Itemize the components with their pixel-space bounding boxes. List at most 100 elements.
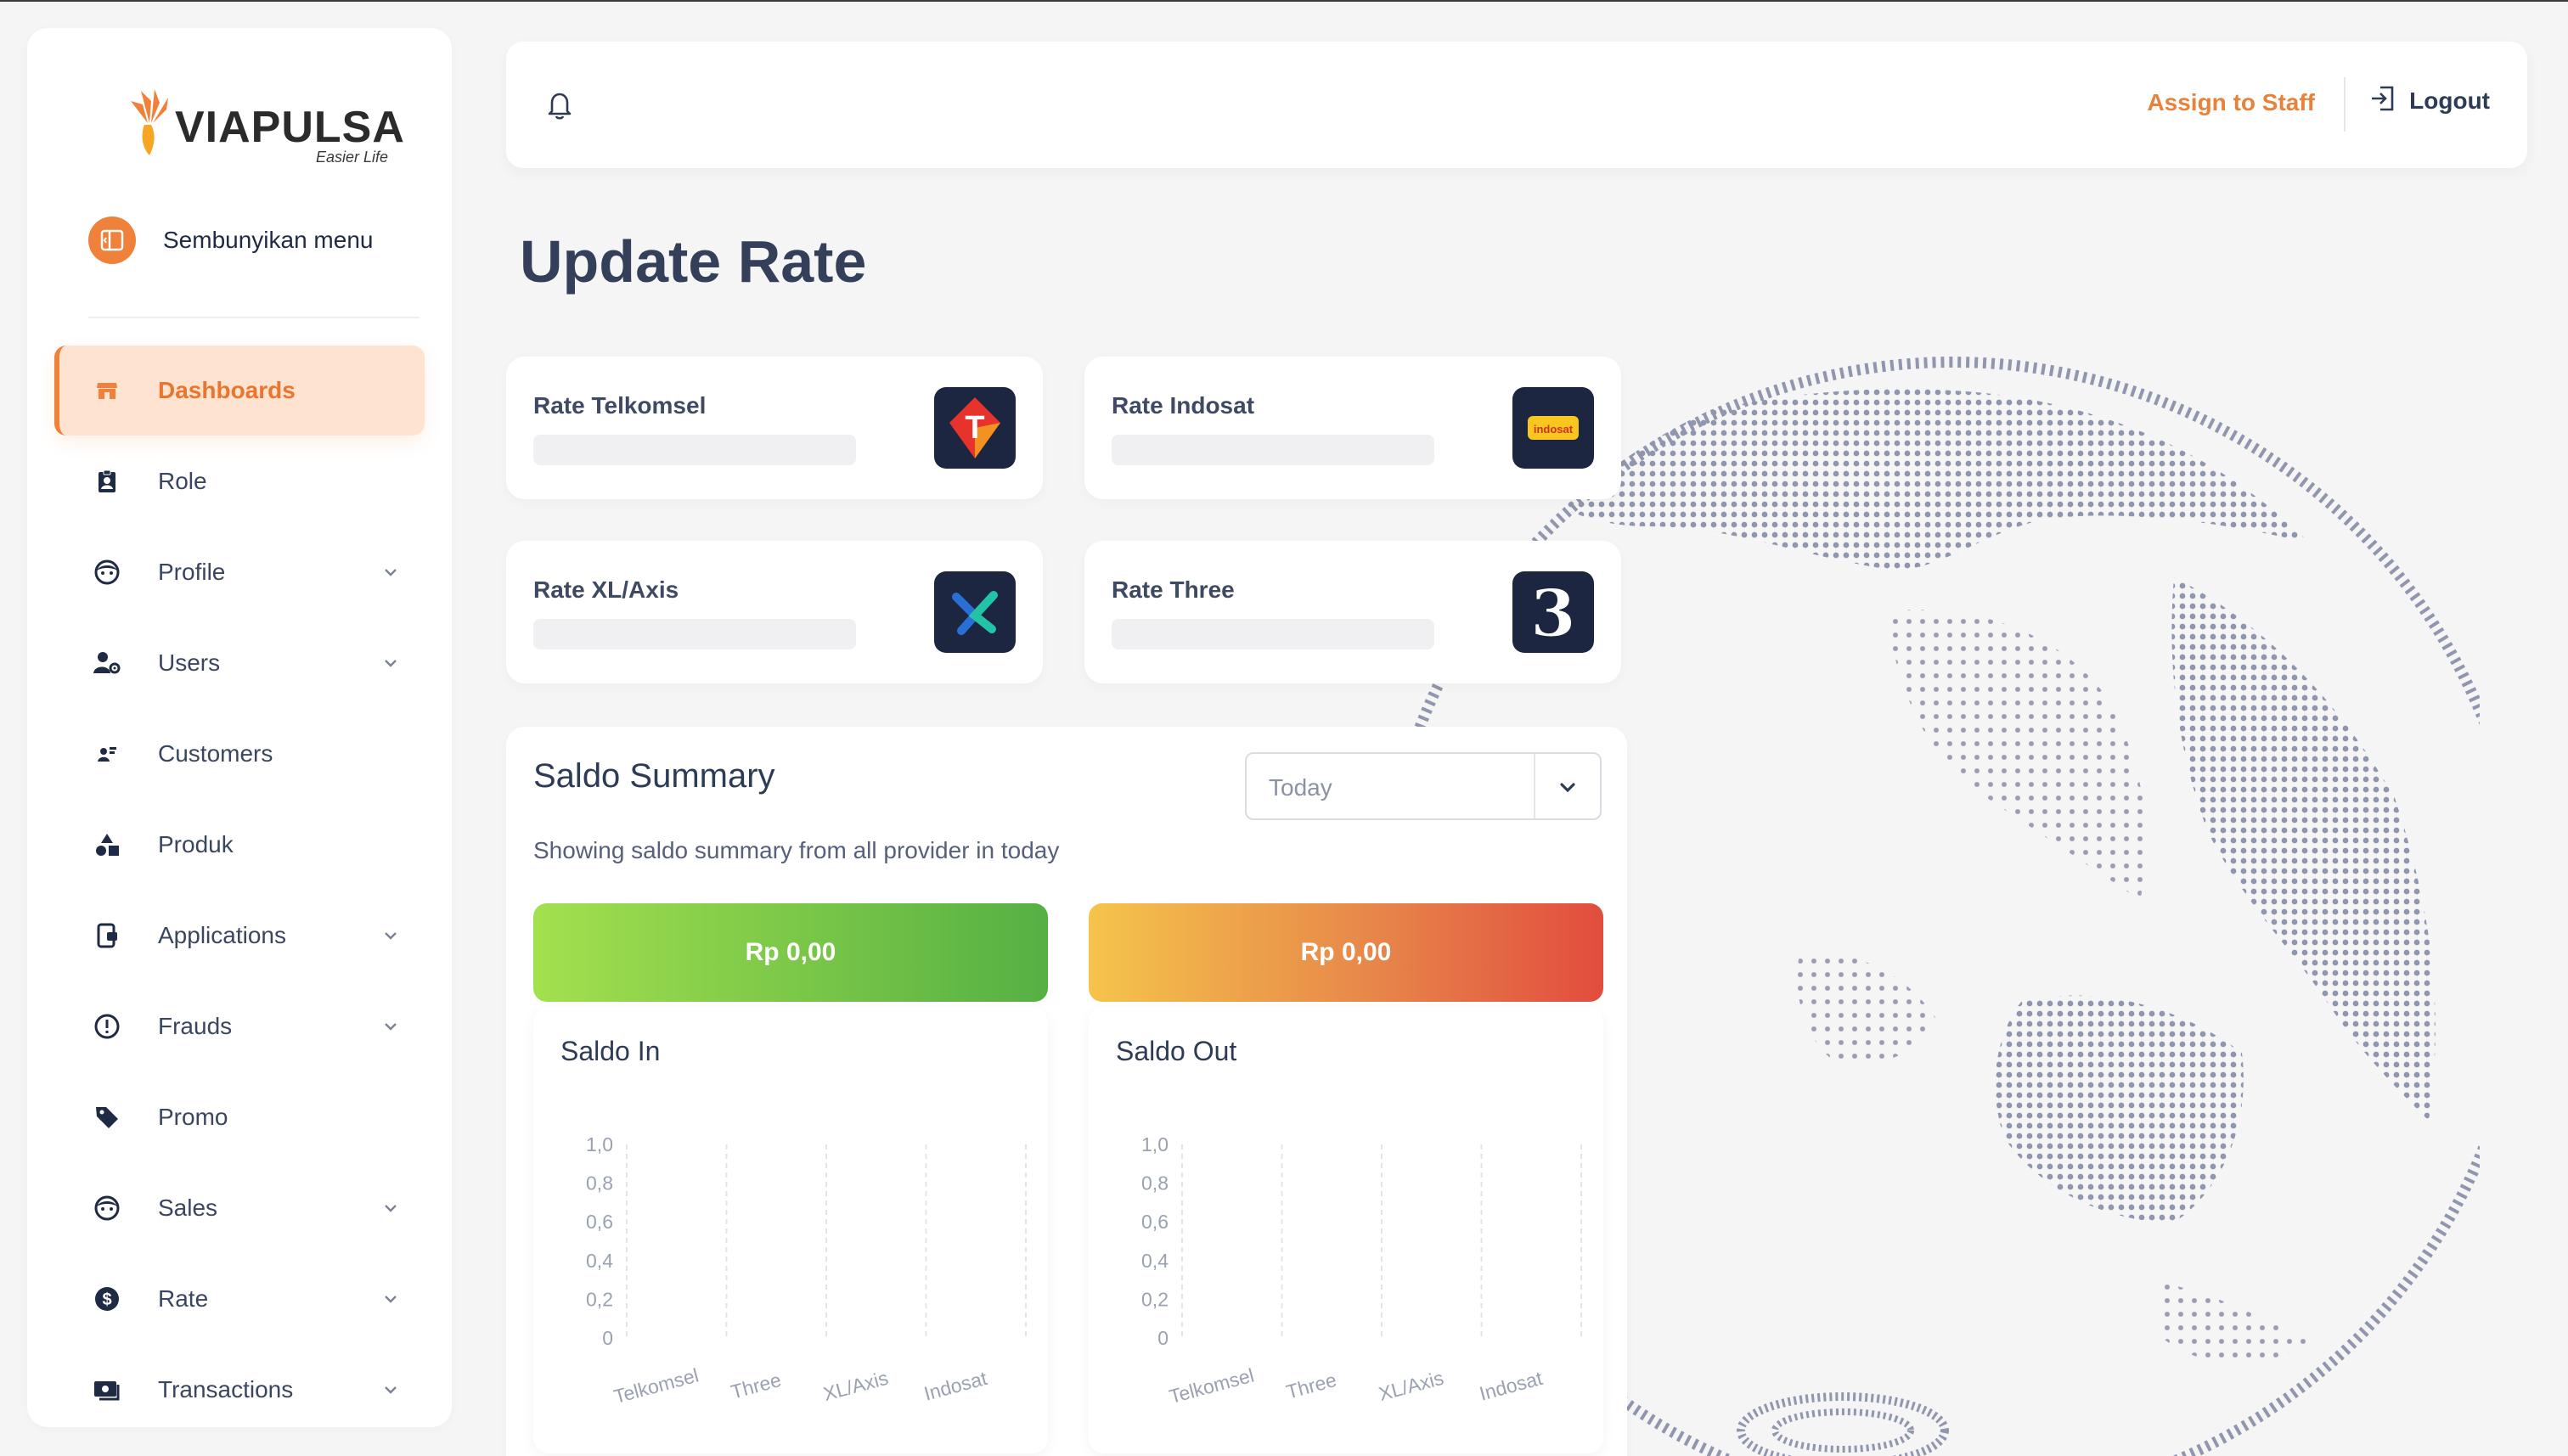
assign-to-staff-link[interactable]: Assign to Staff xyxy=(2147,89,2315,116)
saldo-summary-card: Saldo Summary Today Showing saldo summar… xyxy=(506,727,1627,1456)
sidebar-item-label: Profile xyxy=(158,558,226,585)
three-logo: 3 xyxy=(1512,571,1594,653)
face-icon xyxy=(90,1191,124,1225)
hide-menu-label: Sembunyikan menu xyxy=(163,227,374,253)
saldo-summary-title: Saldo Summary xyxy=(533,757,775,795)
y-tick-label: 1,0 xyxy=(1141,1133,1169,1155)
logout-label: Logout xyxy=(2409,87,2490,114)
app-icon xyxy=(90,919,124,953)
x-tick-label: Indosat xyxy=(1477,1367,1545,1405)
rate-card-xl-axis[interactable]: Rate XL/Axis X xyxy=(506,541,1043,683)
customer-icon xyxy=(90,737,124,771)
rate-card-indosat[interactable]: Rate Indosat indosat xyxy=(1084,357,1621,499)
y-tick-label: 0,8 xyxy=(586,1172,613,1195)
sidebar-item-label: Transactions xyxy=(158,1375,294,1403)
x-tick-label: Telkomsel xyxy=(611,1363,701,1408)
rate-value-placeholder xyxy=(533,619,856,649)
rate-value-placeholder xyxy=(1112,435,1434,465)
cash-icon xyxy=(90,1373,124,1407)
saldo-out-chart: 0 0,2 0,4 0,6 0,8 1,0 Telkomsel Three XL/Axis Ind… xyxy=(1141,1133,1582,1408)
saldo-in-total: Rp 0,00 xyxy=(533,903,1048,1002)
window-top-border xyxy=(0,0,2568,2)
sidebar-item-users[interactable]: Users xyxy=(54,617,425,708)
x-tick-label: XL/Axis xyxy=(1377,1367,1446,1405)
sidebar-item-label: Dashboards xyxy=(158,377,296,403)
xl-axis-logo: X xyxy=(934,571,1016,653)
sidebar-item-label: Frauds xyxy=(158,1012,233,1039)
y-tick-label: 0,4 xyxy=(586,1250,613,1272)
logout-button[interactable]: Logout xyxy=(2368,84,2490,117)
x-tick-label: Three xyxy=(1284,1369,1339,1403)
rate-card-title: Rate XL/Axis xyxy=(533,576,679,603)
sidebar-item-produk[interactable]: Produk xyxy=(54,799,425,890)
chevron-down-icon xyxy=(382,1290,399,1312)
telkomsel-logo: T xyxy=(934,387,1016,469)
dollar-icon: $ xyxy=(90,1282,124,1316)
sidebar-item-rate[interactable]: $ Rate xyxy=(54,1253,425,1344)
user-gear-icon xyxy=(90,646,124,680)
saldo-in-chart: 0 0,2 0,4 0,6 0,8 1,0 Telkomsel Three XL/Axis Ind… xyxy=(586,1133,1027,1408)
sidebar-item-profile[interactable]: Profile xyxy=(54,526,425,617)
logout-icon xyxy=(2368,84,2397,117)
chevron-down-icon xyxy=(382,655,399,676)
face-icon xyxy=(90,555,124,589)
sidebar-item-label: Produk xyxy=(158,830,234,857)
sidebar-item-promo[interactable]: Promo xyxy=(54,1071,425,1162)
top-header: Assign to Staff Logout xyxy=(506,42,2527,168)
page-title: Update Rate xyxy=(520,228,867,295)
saldo-out-chart-card: Saldo Out 0 0,2 0,4 0,6 0,8 1,0 Telkomsel Three… xyxy=(1089,1007,1603,1453)
y-tick-label: 0,4 xyxy=(1141,1250,1169,1272)
saldo-in-chart-card: Saldo In 0 0,2 0,4 0,6 0,8 1,0 Telkomsel Three X… xyxy=(533,1007,1048,1453)
rate-card-title: Rate Telkomsel xyxy=(533,392,707,419)
sidebar: VIAPULSA Easier Life Sembunyikan menu Da… xyxy=(27,28,452,1427)
sidebar-item-label: Users xyxy=(158,649,221,676)
sidebar-item-transactions[interactable]: Transactions xyxy=(54,1344,425,1435)
x-tick-label: XL/Axis xyxy=(821,1367,891,1405)
brand-logo[interactable]: VIAPULSA Easier Life xyxy=(115,72,404,166)
y-tick-label: 0,8 xyxy=(1141,1172,1169,1195)
svg-text:$: $ xyxy=(102,1290,111,1309)
chevron-down-icon xyxy=(1557,778,1578,802)
sidebar-item-label: Applications xyxy=(158,921,286,948)
x-tick-label: Indosat xyxy=(921,1367,989,1405)
alert-circle-icon xyxy=(90,1009,124,1043)
saldo-out-total: Rp 0,00 xyxy=(1089,903,1603,1002)
y-tick-label: 0,2 xyxy=(1141,1288,1169,1310)
period-select[interactable]: Today xyxy=(1245,752,1602,820)
sidebar-item-label: Promo xyxy=(158,1103,228,1130)
shapes-icon xyxy=(90,828,124,862)
id-badge-icon xyxy=(90,464,124,498)
svg-text:X: X xyxy=(975,640,976,642)
svg-text:VIAPULSA: VIAPULSA xyxy=(175,103,404,152)
sidebar-item-sales[interactable]: Sales xyxy=(54,1162,425,1253)
sidebar-item-label: Role xyxy=(158,467,207,494)
chevron-down-icon xyxy=(382,1381,399,1403)
x-tick-label: Three xyxy=(729,1369,784,1403)
sidebar-item-frauds[interactable]: Frauds xyxy=(54,981,425,1071)
rate-card-telkomsel[interactable]: Rate Telkomsel T xyxy=(506,357,1043,499)
rate-value-placeholder xyxy=(533,435,856,465)
chevron-down-icon xyxy=(382,1200,399,1221)
y-tick-label: 0,6 xyxy=(586,1211,613,1233)
sidebar-item-dashboards[interactable]: Dashboards xyxy=(54,346,425,436)
sidebar-divider xyxy=(88,317,420,318)
sidebar-item-applications[interactable]: Applications xyxy=(54,890,425,981)
y-tick-label: 0 xyxy=(602,1327,613,1349)
svg-text:Easier Life: Easier Life xyxy=(316,149,388,166)
y-tick-label: 0,2 xyxy=(586,1288,613,1310)
sidebar-item-customers[interactable]: Customers xyxy=(54,708,425,799)
header-divider xyxy=(2344,77,2346,132)
hide-menu-toggle[interactable]: Sembunyikan menu xyxy=(88,216,373,264)
x-tick-label: Telkomsel xyxy=(1167,1363,1257,1408)
rate-card-title: Rate Indosat xyxy=(1112,392,1255,419)
y-tick-label: 0 xyxy=(1157,1327,1169,1349)
bell-icon[interactable] xyxy=(545,89,574,126)
sidebar-item-role[interactable]: Role xyxy=(54,436,425,526)
chevron-down-icon xyxy=(382,1018,399,1039)
rate-value-placeholder xyxy=(1112,619,1434,649)
flower-mark xyxy=(131,89,168,155)
y-tick-label: 0,6 xyxy=(1141,1211,1169,1233)
rate-card-three[interactable]: Rate Three 3 xyxy=(1084,541,1621,683)
indosat-logo: indosat xyxy=(1512,387,1594,469)
svg-text:T: T xyxy=(965,410,984,446)
